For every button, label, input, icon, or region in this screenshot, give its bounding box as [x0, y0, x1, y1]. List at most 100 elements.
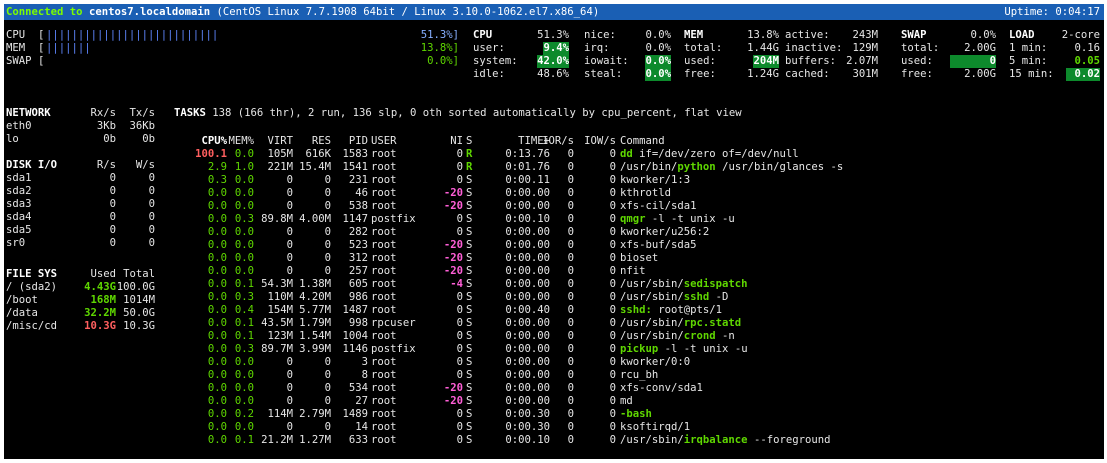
process-user: root — [371, 304, 397, 316]
process-row[interactable]: 0.0 0.0 0 0 312 root -20 S 0:00.00 0 0 bioset — [4, 252, 1104, 265]
process-mem: 0.0 — [234, 174, 254, 186]
process-ior: 0 — [567, 148, 574, 160]
process-ni: 0 — [456, 174, 463, 186]
process-row[interactable]: 0.0 0.1 21.2M 1.27M 633 root 0 S 0:00.10 0 0/usr/s… — [4, 434, 1104, 447]
process-mem: 0.0 — [234, 421, 254, 433]
process-res: 4.00M — [299, 213, 331, 225]
process-virt: 54.3M — [261, 278, 293, 290]
process-s: S — [466, 304, 473, 316]
process-time: 0:00.00 — [505, 369, 550, 381]
network-col2-header: Tx/s — [129, 107, 155, 119]
process-row[interactable]: 0.0 0.0 0 0 3 root 0 S 0:00.00 0 0 kworker/0:0 — [4, 356, 1104, 369]
process-res: 2.79M — [299, 408, 331, 420]
process-s: S — [466, 278, 473, 290]
process-iow: 0 — [609, 187, 616, 199]
process-cpu: 0.0 — [207, 200, 227, 212]
process-command: /usr/sbin/rpc.statd — [620, 317, 741, 330]
process-row[interactable]: 0.3 0.0 0 0 231 root 0 S 0:00.11 0 0 kworker/1:3 — [4, 174, 1104, 187]
process-row[interactable]: 100.1 0.0 105M 616K 1583 root 0 R 0:13.76 0 0 dd if… — [4, 148, 1104, 161]
process-mem: 0.0 — [234, 356, 254, 368]
process-row[interactable]: 0.0 0.0 0 0 46 root -20 S 0:00.00 0 0 kthrotld — [4, 187, 1104, 200]
process-ni: 0 — [456, 330, 463, 342]
command-name: rpc.statd — [683, 317, 742, 329]
process-command: /usr/sbin/sedispatch — [620, 278, 748, 291]
process-s: S — [466, 369, 473, 381]
process-time: 0:00.00 — [505, 317, 550, 329]
process-row[interactable]: 0.0 0.0 0 0 534 root -20 S 0:00.00 0 0 xfs-conv/sda… — [4, 382, 1104, 395]
process-res: 0 — [324, 265, 331, 277]
terminal-window[interactable]: Connected to centos7.localdomain (CentOS… — [4, 4, 1104, 459]
process-row[interactable]: 0.0 0.2 114M 2.79M 1489 root 0 S 0:00.30 0 0 -bash — [4, 408, 1104, 421]
tasks-summary: TASKS 138 (166 thr), 2 run, 136 slp, 0 o… — [174, 107, 742, 120]
bar-value-swap: 0.0%] — [427, 55, 459, 67]
process-user: root — [371, 226, 397, 238]
process-time: 0:00.00 — [505, 291, 550, 303]
process-command: qmgr -l -t unix -u — [620, 213, 735, 226]
process-iow: 0 — [609, 148, 616, 160]
network-header: NETWORK — [6, 107, 51, 119]
process-pid: 27 — [355, 395, 368, 407]
command-args: nfit — [620, 265, 646, 277]
process-res: 0 — [324, 239, 331, 251]
process-col-header: PID — [348, 135, 368, 147]
process-col-header: VIRT — [267, 135, 293, 147]
process-row[interactable]: 0.0 0.3 89.8M 4.00M 1147 postfix 0 S 0:00.10 0 0 qm… — [4, 213, 1104, 226]
bar-bracket-mem: [ — [38, 42, 45, 54]
uptime: Uptime: 0:04:17 — [1004, 6, 1100, 18]
process-row[interactable]: 0.0 0.1 54.3M 1.38M 605 root -4 S 0:00.00 0 0/usr/… — [4, 278, 1104, 291]
process-res: 1.54M — [299, 330, 331, 342]
process-mem: 0.3 — [234, 213, 254, 225]
process-virt: 43.5M — [261, 317, 293, 329]
process-row[interactable]: 0.0 0.1 123M 1.54M 1004 root 0 S 0:00.00 0 0/usr/s… — [4, 330, 1104, 343]
bar-bracket-swap: [ — [38, 55, 45, 67]
process-ni: 0 — [456, 408, 463, 420]
process-row[interactable]: 0.0 0.0 0 0 282 root 0 S 0:00.00 0 0 kworker/u256:2 — [4, 226, 1104, 239]
load-1min-label: 1 min: — [1009, 42, 1048, 54]
process-col-header: RES — [311, 135, 331, 147]
process-ni: 0 — [456, 161, 463, 173]
process-row[interactable]: 0.0 0.0 0 0 14 root 0 S 0:00.30 0 0 ksoftirqd/1 — [4, 421, 1104, 434]
process-user: root — [371, 265, 397, 277]
process-ior: 0 — [567, 239, 574, 251]
process-row[interactable]: 0.0 0.0 0 0 257 root -20 S 0:00.00 0 0 nfit — [4, 265, 1104, 278]
command-args: kworker/u256:2 — [620, 226, 710, 238]
command-path: /usr/bin/ — [620, 161, 678, 173]
process-ior: 0 — [567, 330, 574, 342]
command-name: -bash — [620, 408, 652, 420]
process-row[interactable]: 0.0 0.0 0 0 538 root -20 S 0:00.00 0 0 xfs-cil/sda1 — [4, 200, 1104, 213]
process-virt: 0 — [286, 356, 293, 368]
bar-label-mem: MEM — [6, 42, 26, 54]
mem-inactive: 129M — [852, 42, 878, 54]
cpu-irq-label: irq: — [584, 42, 610, 54]
process-mem: 0.0 — [234, 148, 254, 160]
process-cpu: 0.0 — [207, 330, 227, 342]
process-s: S — [466, 213, 473, 225]
process-user: root — [371, 434, 397, 446]
process-row[interactable]: 0.0 0.4 154M 5.77M 1487 root 0 S 0:00.40 0 0 sshd: … — [4, 304, 1104, 317]
process-row[interactable]: 0.0 0.3 89.7M 3.99M 1146 postfix 0 S 0:00.00 0 0 pi… — [4, 343, 1104, 356]
process-row[interactable]: 0.0 0.1 43.5M 1.79M 998 rpcuser 0 S 0:00.00 0 0/us… — [4, 317, 1104, 330]
process-user: root — [371, 330, 397, 342]
command-path: /usr/sbin/ — [620, 434, 684, 446]
process-ni: 0 — [456, 343, 463, 355]
process-row[interactable]: 0.0 0.0 0 0 523 root -20 S 0:00.00 0 0 xfs-buf/sda5 — [4, 239, 1104, 252]
cpu-total: 51.3% — [537, 29, 569, 41]
command-args: kworker/1:3 — [620, 174, 691, 186]
command-args: bioset — [620, 252, 659, 264]
process-time: 0:00.10 — [505, 434, 550, 446]
process-row[interactable]: 0.0 0.0 0 0 8 root 0 S 0:00.00 0 0 rcu_bh — [4, 369, 1104, 382]
process-s: S — [466, 226, 473, 238]
process-time: 0:00.10 — [505, 213, 550, 225]
process-command: /usr/sbin/irqbalance --foreground — [620, 434, 830, 447]
command-name: irqbalance — [683, 434, 748, 446]
bar-bracket-cpu: [ — [38, 29, 45, 41]
process-res: 0 — [324, 369, 331, 381]
process-row[interactable]: 0.0 0.0 0 0 27 root -20 S 0:00.00 0 0 md — [4, 395, 1104, 408]
process-res: 4.20M — [299, 291, 331, 303]
process-cpu: 0.0 — [207, 421, 227, 433]
load-cores: 2-core — [1061, 29, 1100, 41]
process-row[interactable]: 0.0 0.3 110M 4.20M 986 root 0 S 0:00.00 0 0/usr/sb… — [4, 291, 1104, 304]
process-row[interactable]: 2.9 1.0 221M 15.4M 1541 root 0 R 0:01.76 0 0/usr/b… — [4, 161, 1104, 174]
process-s: S — [466, 239, 473, 251]
cpu-iowait-label: iowait: — [584, 55, 629, 67]
